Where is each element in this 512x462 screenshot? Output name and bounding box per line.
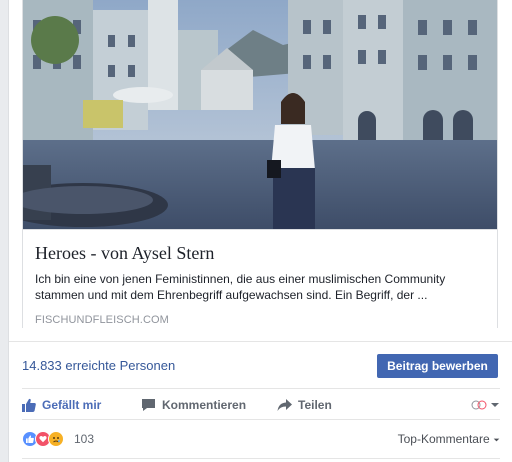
- link-description: Ich bin eine von jenen Feministinnen, di…: [35, 272, 446, 302]
- link-preview-image[interactable]: [23, 0, 497, 229]
- chevron-down-icon: [491, 403, 499, 407]
- people-reached-link[interactable]: 14.833 erreichte Personen: [22, 358, 175, 373]
- like-button[interactable]: Gefällt mir: [22, 396, 101, 414]
- link-preview-text[interactable]: Heroes - von Aysel Stern Ich bin eine vo…: [23, 229, 497, 328]
- post-actions-bar: Gefällt mir Kommentieren Teilen: [22, 388, 500, 420]
- post-insights-row: 14.833 erreichte Personen Beitrag bewerb…: [9, 341, 512, 388]
- like-label: Gefällt mir: [42, 398, 102, 412]
- comment-label: Kommentieren: [162, 398, 247, 412]
- reaction-picker[interactable]: [471, 396, 500, 414]
- reaction-icons[interactable]: [22, 431, 64, 447]
- share-arrow-icon: [277, 399, 292, 411]
- reaction-count[interactable]: 103: [74, 432, 94, 446]
- link-preview-card[interactable]: Heroes - von Aysel Stern Ich bin eine vo…: [22, 0, 498, 328]
- divider: [22, 458, 500, 459]
- comment-icon: [142, 399, 155, 411]
- link-domain: FISCHUNDFLEISCH.COM: [35, 314, 169, 326]
- share-label: Teilen: [298, 398, 332, 412]
- chevron-down-icon: [493, 438, 500, 442]
- boost-post-button[interactable]: Beitrag bewerben: [377, 354, 498, 378]
- sad-reaction-icon: [48, 431, 64, 447]
- comment-button[interactable]: Kommentieren: [141, 396, 246, 414]
- reactions-summary: 103 Top-Kommentare: [22, 420, 500, 458]
- thumbs-up-icon: [22, 398, 36, 412]
- comment-sort-dropdown[interactable]: Top-Kommentare: [398, 432, 500, 446]
- share-button[interactable]: Teilen: [277, 396, 332, 414]
- comment-sort-label: Top-Kommentare: [397, 432, 490, 446]
- link-title[interactable]: Heroes - von Aysel Stern: [35, 242, 485, 264]
- reaction-faces-icon: [471, 400, 487, 410]
- feed-post: Heroes - von Aysel Stern Ich bin eine vo…: [8, 0, 512, 462]
